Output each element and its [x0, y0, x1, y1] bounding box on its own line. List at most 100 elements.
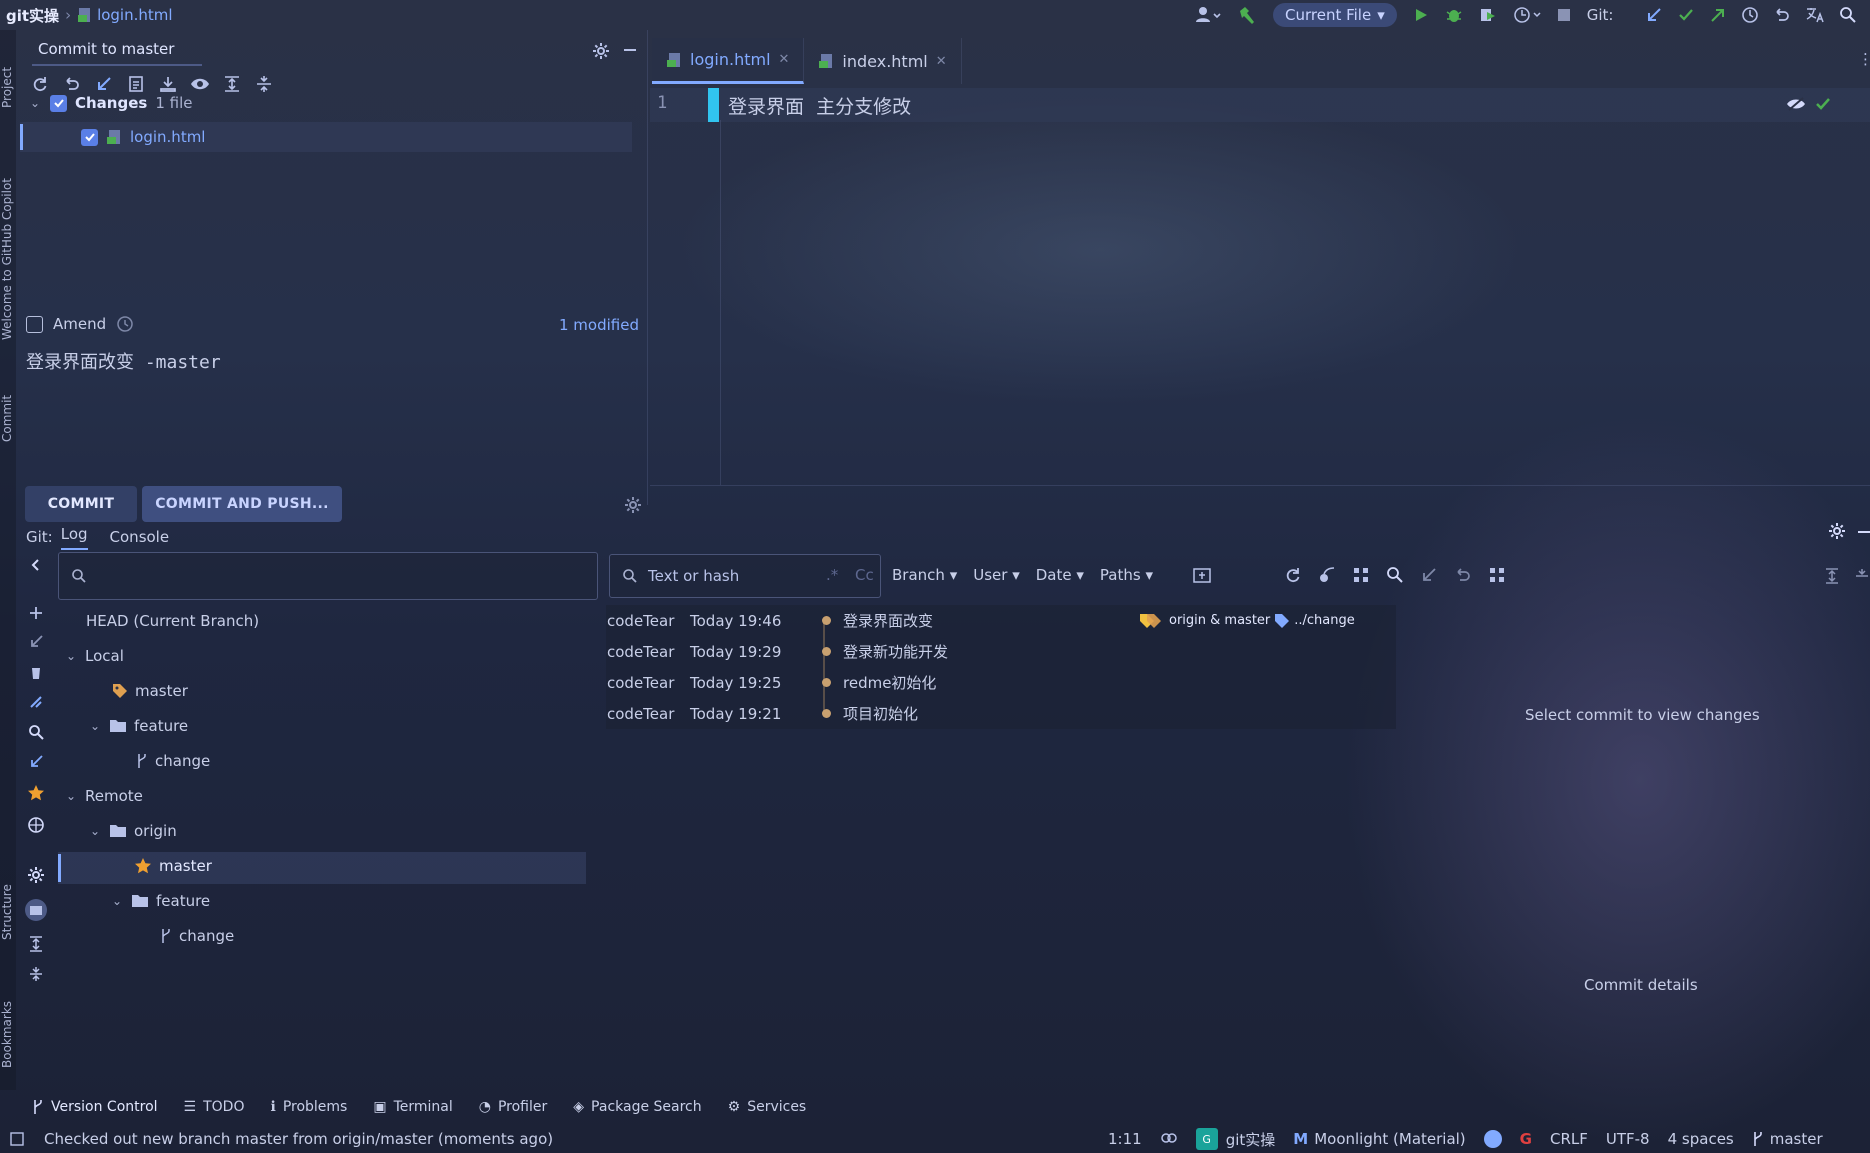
stop-icon[interactable] — [1557, 8, 1571, 22]
filter-date[interactable]: Date ▾ — [1036, 566, 1084, 584]
tool-problems[interactable]: ℹ Problems — [270, 1099, 347, 1115]
close-icon[interactable]: ✕ — [936, 54, 947, 69]
commit-row[interactable]: codeTear Today 19:46 登录界面改变 origin & mas… — [606, 605, 1396, 636]
minimize-icon[interactable] — [622, 42, 638, 58]
git-settings-gear-icon[interactable] — [1828, 522, 1846, 540]
delete-icon[interactable] — [28, 664, 44, 680]
side-tab-copilot[interactable]: Welcome to GitHub Copilot — [0, 178, 14, 340]
tool-todo[interactable]: ☰ TODO — [184, 1099, 245, 1115]
profiler-run-icon[interactable] — [1513, 6, 1541, 24]
line-separator[interactable]: CRLF — [1550, 1130, 1588, 1148]
tool-terminal[interactable]: ▣ Terminal — [373, 1099, 452, 1115]
git-minimize-icon[interactable] — [1858, 530, 1870, 534]
diff-icon[interactable] — [126, 74, 146, 94]
amend-checkbox[interactable] — [26, 315, 43, 333]
changes-checkbox[interactable] — [50, 94, 67, 112]
tool-version-control[interactable]: Version Control — [32, 1099, 158, 1115]
graph-options-icon[interactable] — [1352, 566, 1370, 584]
panel-toggle-icon[interactable] — [10, 1132, 24, 1146]
indent-setting[interactable]: 4 spaces — [1668, 1130, 1734, 1148]
search-everywhere-icon[interactable] — [1839, 6, 1857, 24]
collapse-all-icon[interactable] — [1856, 568, 1868, 584]
settings-icon[interactable] — [27, 866, 45, 884]
expand-all-icon[interactable] — [222, 74, 242, 94]
git-push-icon[interactable] — [1709, 6, 1727, 24]
git-update-icon[interactable] — [1645, 6, 1663, 24]
caret-position[interactable]: 1:11 — [1108, 1130, 1142, 1148]
breadcrumb-file[interactable]: login.html — [97, 6, 172, 24]
coverage-icon[interactable] — [1479, 6, 1497, 24]
commit-row[interactable]: codeTear Today 19:29 登录新功能开发 — [606, 636, 1396, 667]
eye-hidden-icon[interactable] — [1786, 96, 1806, 112]
side-tab-structure[interactable]: Structure — [0, 884, 14, 940]
chevron-down-icon[interactable]: ⌄ — [66, 649, 78, 663]
fetch-icon[interactable] — [28, 634, 44, 650]
tab-log[interactable]: Log — [60, 525, 88, 550]
tab-login-html[interactable]: login.html ✕ — [652, 38, 805, 84]
side-tab-bookmarks[interactable]: Bookmarks — [0, 1001, 14, 1068]
cherry-pick-icon[interactable] — [1318, 566, 1336, 584]
rollback-icon[interactable] — [1454, 566, 1472, 584]
editor-code-line[interactable]: 登录界面 主分支修改 — [728, 92, 911, 119]
debug-icon[interactable] — [1445, 6, 1463, 24]
chevron-down-icon[interactable]: ⌄ — [112, 894, 124, 908]
vcs-change-marker[interactable] — [708, 88, 719, 122]
side-tab-project[interactable]: Project — [0, 67, 14, 108]
match-case-icon[interactable]: Cc — [855, 566, 874, 584]
branch-local-change[interactable]: change — [136, 752, 210, 770]
tool-package-search[interactable]: ◈ Package Search — [573, 1099, 701, 1115]
changes-group[interactable]: ⌄ Changes 1 file — [30, 94, 192, 112]
regex-icon[interactable]: .* — [826, 566, 838, 584]
tool-profiler[interactable]: ◔ Profiler — [479, 1099, 548, 1115]
branch-remote-master[interactable]: master — [134, 857, 212, 875]
update-arrow-icon[interactable] — [94, 74, 114, 94]
run-config-selector[interactable]: Current File ▾ — [1273, 3, 1397, 27]
status-message[interactable]: Checked out new branch master from origi… — [44, 1130, 553, 1148]
project-widget[interactable]: G git实操 — [1195, 1128, 1275, 1150]
chevron-left-icon[interactable] — [29, 558, 43, 572]
amend-label[interactable]: Amend — [53, 315, 106, 333]
collapse-all-icon[interactable] — [254, 74, 274, 94]
layout-icon[interactable] — [1488, 566, 1506, 584]
expand-all-icon[interactable] — [28, 936, 44, 952]
chevron-down-icon[interactable]: ⌄ — [66, 789, 78, 803]
user-icon[interactable] — [1195, 6, 1221, 24]
expand-all-icon[interactable] — [1824, 568, 1840, 584]
clock-icon[interactable] — [116, 315, 134, 333]
shelve-icon[interactable] — [158, 74, 178, 94]
chevron-down-icon[interactable]: ⌄ — [90, 824, 102, 838]
new-tab-icon[interactable] — [1192, 566, 1212, 584]
commit-row[interactable]: codeTear Today 19:21 项目初始化 — [606, 698, 1396, 729]
collapse-all-icon[interactable] — [28, 966, 44, 982]
branch-folder-origin[interactable]: ⌄ origin — [90, 822, 177, 840]
close-icon[interactable]: ✕ — [779, 52, 790, 67]
update-icon[interactable] — [28, 754, 44, 770]
check-icon[interactable] — [1815, 96, 1831, 112]
copilot-icon[interactable] — [1160, 1131, 1178, 1147]
git-branch-widget[interactable]: master — [1752, 1130, 1823, 1148]
add-branch-icon[interactable] — [29, 606, 43, 620]
branch-group-remote[interactable]: ⌄ Remote — [66, 787, 143, 805]
chevron-down-icon[interactable]: ⌄ — [90, 719, 102, 733]
git-commit-icon[interactable] — [1677, 6, 1695, 24]
rollback-icon[interactable] — [62, 74, 82, 94]
google-icon[interactable]: G — [1520, 1130, 1532, 1148]
side-tab-commit[interactable]: Commit — [0, 395, 14, 442]
merge-icon[interactable] — [28, 694, 44, 710]
filter-branch[interactable]: Branch ▾ — [892, 566, 957, 584]
tab-console[interactable]: Console — [110, 528, 170, 546]
theme-widget[interactable]: M Moonlight (Material) — [1293, 1130, 1465, 1148]
search-icon[interactable] — [1386, 566, 1404, 584]
gear-icon[interactable] — [592, 42, 610, 60]
tab-index-html[interactable]: index.html ✕ — [804, 38, 962, 84]
branch-local-master[interactable]: master — [112, 682, 188, 700]
branch-search-input[interactable] — [58, 552, 598, 600]
branch-head[interactable]: HEAD (Current Branch) — [86, 612, 259, 630]
star-icon[interactable] — [27, 784, 45, 802]
file-checkbox[interactable] — [81, 128, 98, 146]
commit-row[interactable]: codeTear Today 19:25 redme初始化 — [606, 667, 1396, 698]
branch-folder-local-feature[interactable]: ⌄ feature — [90, 717, 188, 735]
tool-services[interactable]: ⚙ Services — [728, 1099, 807, 1115]
commit-and-push-button[interactable]: COMMIT AND PUSH... — [142, 486, 342, 522]
commit-message-input[interactable]: 登录界面改变 -master — [26, 348, 636, 468]
